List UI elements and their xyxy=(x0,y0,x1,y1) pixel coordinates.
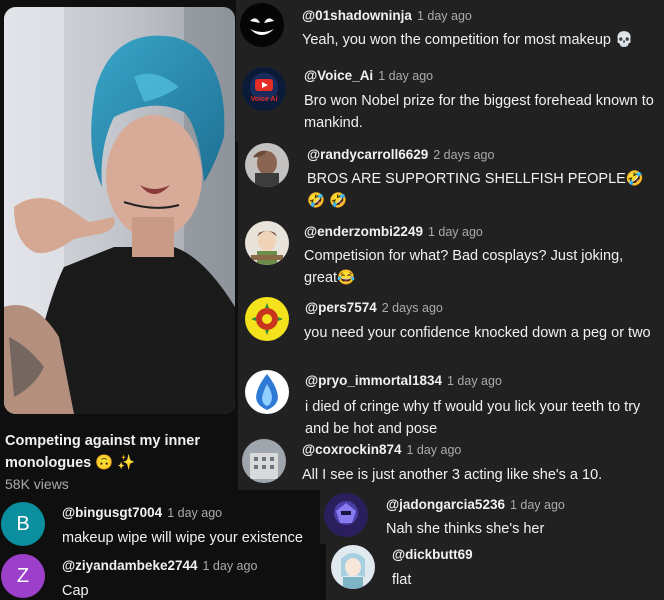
avatar[interactable] xyxy=(245,221,289,265)
comment-author[interactable]: @dickbutt69 xyxy=(392,547,473,562)
comment-author[interactable]: @pryo_immortal1834 xyxy=(305,373,442,388)
comment-text: you need your confidence knocked down a … xyxy=(304,325,651,341)
video-title-line-2: monologues 🙃 ✨ xyxy=(5,455,136,471)
comment-text: Yeah, you won the competition for most m… xyxy=(302,32,634,48)
video-thumbnail[interactable] xyxy=(4,7,235,414)
comment-time[interactable]: 1 day ago xyxy=(510,498,565,512)
comment-author[interactable]: @jadongarcia5236 xyxy=(386,497,505,512)
comment-text: makeup wipe will wipe your existence xyxy=(62,530,303,546)
comment-text: Competision for what? Bad cosplays? Just… xyxy=(304,248,624,286)
comment-text: BROS ARE SUPPORTING SHELLFISH PEOPLE🤣 🤣 … xyxy=(307,171,644,209)
comment-author[interactable]: @Voice_Ai xyxy=(304,68,373,83)
voice-ai-logo-icon xyxy=(242,67,286,111)
comment-time[interactable]: 1 day ago xyxy=(406,443,461,457)
comment-text: Cap xyxy=(62,583,89,599)
comment-text: Nah she thinks she's her xyxy=(386,521,545,537)
comment-author[interactable]: @enderzombi2249 xyxy=(304,224,423,239)
video-title[interactable]: Competing against my inner monologues 🙃 … xyxy=(5,430,237,474)
avatar[interactable]: Voice Ai xyxy=(242,67,286,111)
comment-time[interactable]: 1 day ago xyxy=(203,559,258,573)
avatar[interactable] xyxy=(242,439,286,483)
comment-time[interactable]: 1 day ago xyxy=(378,69,433,83)
comment-author[interactable]: @ziyandambeke2744 xyxy=(62,558,198,573)
comment-text: flat xyxy=(392,572,412,588)
avatar[interactable] xyxy=(324,493,368,537)
comment-text: i died of cringe why tf would you lick y… xyxy=(305,399,641,437)
video-views: 58K views xyxy=(5,476,69,492)
avatar[interactable] xyxy=(245,370,289,414)
comment-time[interactable]: 1 day ago xyxy=(417,9,472,23)
avatar[interactable] xyxy=(245,143,289,187)
comment-text: All I see is just another 3 acting like … xyxy=(302,467,603,483)
comment-author[interactable]: @randycarroll6629 xyxy=(307,147,428,162)
video-title-line-1: Competing against my inner xyxy=(5,433,200,449)
avatar-letter: B xyxy=(16,512,30,535)
avatar[interactable] xyxy=(240,3,284,47)
anime-avatar-icon xyxy=(331,545,375,589)
avatar[interactable] xyxy=(331,545,375,589)
comment-text: Bro won Nobel prize for the biggest fore… xyxy=(304,93,654,131)
comment-time[interactable]: 1 day ago xyxy=(447,374,502,388)
gaming-character-icon xyxy=(324,493,368,537)
comment-author[interactable]: @01shadowninja xyxy=(302,8,412,23)
avatar[interactable]: B xyxy=(1,502,45,546)
avatar[interactable] xyxy=(245,297,289,341)
comment-time[interactable]: 2 days ago xyxy=(382,301,443,315)
avatar[interactable]: Z xyxy=(1,554,45,598)
user-photo-icon xyxy=(245,143,289,187)
comment-time[interactable]: 2 days ago xyxy=(433,148,494,162)
video-thumbnail-image xyxy=(4,7,235,414)
avatar-label: Voice Ai xyxy=(250,96,278,103)
avatar-letter: Z xyxy=(16,564,30,587)
shadow-face-icon xyxy=(240,3,284,47)
building-photo-icon xyxy=(242,439,286,483)
emblem-icon xyxy=(245,297,289,341)
comment-author[interactable]: @coxrockin874 xyxy=(302,442,401,457)
comment-author[interactable]: @pers7574 xyxy=(305,300,377,315)
comment-time[interactable]: 1 day ago xyxy=(428,225,483,239)
comment-time[interactable]: 1 day ago xyxy=(167,506,222,520)
anime-character-icon xyxy=(245,221,289,265)
blue-flame-icon xyxy=(245,370,289,414)
comment-author[interactable]: @bingusgt7004 xyxy=(62,505,162,520)
